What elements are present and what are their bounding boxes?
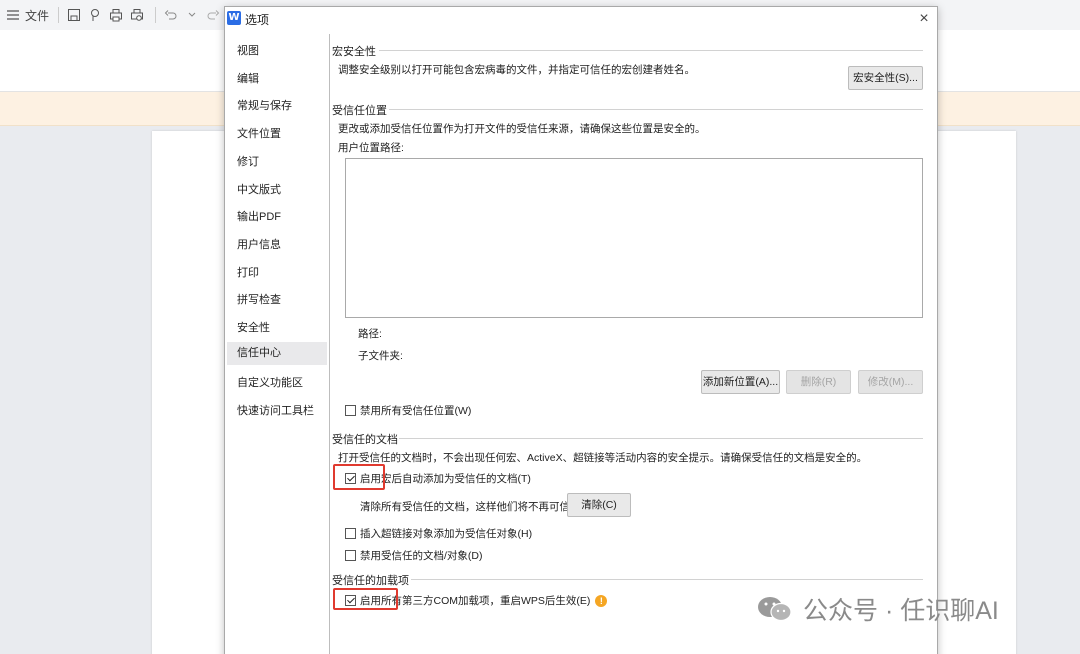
auto-trust-macro-docs-label: 启用宏后自动添加为受信任的文档(T): [360, 473, 531, 485]
wps-logo-icon: W: [227, 11, 241, 25]
info-icon: !: [595, 594, 608, 607]
trusted-documents-description: 打开受信任的文档时，不会出现任何宏、ActiveX、超链接等活动内容的安全提示。…: [338, 452, 868, 464]
toolbar-divider: [58, 7, 60, 23]
section-divider: [411, 579, 923, 580]
trusted-locations-description: 更改或添加受信任位置作为打开文件的受信任来源，请确保这些位置是安全的。: [338, 123, 706, 135]
nav-item-spell-check[interactable]: 拼写检查: [227, 289, 327, 312]
macro-security-button[interactable]: 宏安全性(S)...: [848, 66, 923, 90]
redo-icon[interactable]: [204, 4, 222, 26]
toolbar-divider: [155, 7, 157, 23]
disable-trusted-locations-label: 禁用所有受信任位置(W): [360, 405, 472, 417]
nav-item-revisions[interactable]: 修订: [227, 151, 327, 174]
nav-item-view[interactable]: 视图: [227, 40, 327, 63]
clear-trusted-docs-button[interactable]: 清除(C): [567, 493, 631, 517]
wechat-logo-icon: [758, 597, 792, 622]
macro-security-heading: 宏安全性: [332, 46, 376, 58]
remove-location-button[interactable]: 删除(R): [786, 370, 851, 394]
file-menu[interactable]: 文件: [25, 4, 49, 26]
disable-trusted-docs-checkbox[interactable]: [345, 550, 356, 561]
nav-item-edit[interactable]: 编辑: [227, 68, 327, 91]
print-preview-icon[interactable]: [128, 4, 146, 26]
disable-trusted-locations-checkbox[interactable]: [345, 405, 356, 416]
section-divider: [399, 438, 923, 439]
disable-trusted-locations-option[interactable]: 禁用所有受信任位置(W): [345, 403, 471, 418]
nav-item-user-info[interactable]: 用户信息: [227, 234, 327, 257]
macro-security-description: 调整安全级别以打开可能包含宏病毒的文件，并指定可信任的宏创建者姓名。: [338, 64, 695, 76]
trust-center-panel: 宏安全性 调整安全级别以打开可能包含宏病毒的文件，并指定可信任的宏创建者姓名。 …: [331, 34, 937, 654]
nav-item-chinese-layout[interactable]: 中文版式: [227, 179, 327, 202]
trusted-addins-heading: 受信任的加载项: [332, 575, 409, 587]
save-icon[interactable]: [65, 4, 83, 26]
nav-item-general-save[interactable]: 常规与保存: [227, 95, 327, 118]
section-divider: [389, 109, 923, 110]
modify-location-button[interactable]: 修改(M)...: [858, 370, 923, 394]
trusted-locations-list[interactable]: [345, 158, 923, 318]
watermark: 公众号 · 任识聊AI: [755, 591, 999, 627]
trusted-locations-heading: 受信任位置: [332, 105, 387, 117]
options-nav: 视图 编辑 常规与保存 文件位置 修订 中文版式 输出PDF 用户信息 打印 拼…: [227, 34, 330, 654]
path-label: 路径:: [358, 328, 382, 340]
nav-item-print[interactable]: 打印: [227, 262, 327, 285]
nav-item-quick-access-toolbar[interactable]: 快速访问工具栏: [227, 400, 327, 423]
close-button[interactable]: ×: [915, 10, 933, 28]
undo-icon[interactable]: [162, 4, 180, 26]
nav-item-customize-ribbon[interactable]: 自定义功能区: [227, 372, 327, 395]
nav-item-security[interactable]: 安全性: [227, 317, 327, 340]
undo-dropdown-icon[interactable]: [183, 4, 201, 26]
add-new-location-button[interactable]: 添加新位置(A)...: [701, 370, 780, 394]
clear-trusted-docs-text: 清除所有受信任的文档，这样他们将不再可信: [360, 501, 570, 513]
export-icon[interactable]: [86, 4, 104, 26]
trusted-documents-heading: 受信任的文档: [332, 434, 398, 446]
highlight-box-auto-trust: [333, 464, 385, 490]
subfolder-label: 子文件夹:: [358, 350, 403, 362]
section-divider: [379, 50, 923, 51]
disable-trusted-docs-option[interactable]: 禁用受信任的文档/对象(D): [345, 548, 483, 563]
highlight-box-com-addins: [333, 588, 398, 610]
print-icon[interactable]: [107, 4, 125, 26]
nav-item-trust-center[interactable]: 信任中心: [227, 342, 327, 365]
hyperlink-trusted-option[interactable]: 插入超链接对象添加为受信任对象(H): [345, 526, 532, 541]
dialog-title: 选项: [245, 13, 270, 27]
hyperlink-trusted-checkbox[interactable]: [345, 528, 356, 539]
dialog-titlebar: W 选项 ×: [225, 7, 937, 31]
watermark-text: 公众号 · 任识聊AI: [803, 597, 999, 625]
disable-trusted-docs-label: 禁用受信任的文档/对象(D): [360, 550, 483, 562]
user-location-path-label: 用户位置路径:: [338, 142, 404, 154]
hyperlink-trusted-label: 插入超链接对象添加为受信任对象(H): [360, 528, 533, 540]
nav-item-export-pdf[interactable]: 输出PDF: [227, 206, 327, 229]
options-dialog: W 选项 × 视图 编辑 常规与保存 文件位置 修订 中文版式 输出PDF 用户…: [224, 6, 938, 654]
menu-icon[interactable]: [4, 4, 22, 26]
nav-item-file-locations[interactable]: 文件位置: [227, 123, 327, 146]
